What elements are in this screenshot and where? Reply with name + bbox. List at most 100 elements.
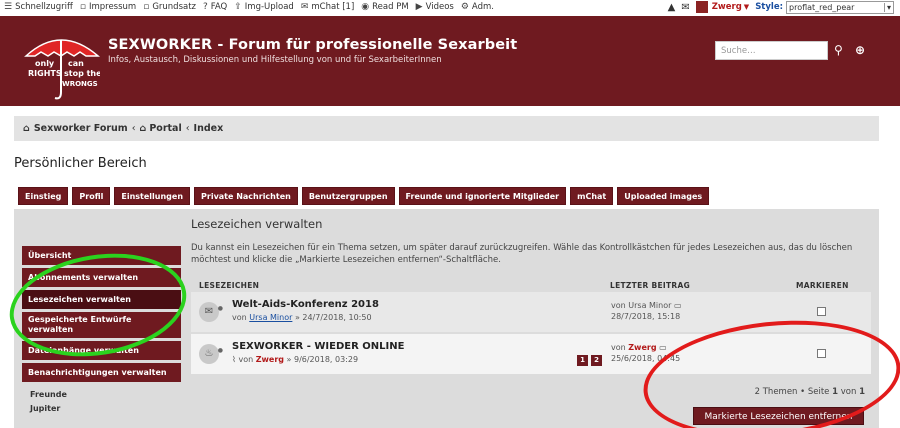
breadcrumb-index[interactable]: Index <box>194 123 224 134</box>
page-link-1[interactable]: 1 <box>577 355 588 366</box>
last-post-author[interactable]: Ursa Minor <box>628 301 671 310</box>
topic-title[interactable]: Welt-Aids-Konferenz 2018 <box>232 299 379 310</box>
view-post-icon[interactable]: ▭ <box>674 301 682 310</box>
chevron-down-icon: ▾ <box>883 2 891 12</box>
sidebar-item-abonnements[interactable]: Abonnements verwalten <box>22 268 181 287</box>
attachment-icon: ⌇ <box>232 355 236 364</box>
topic-icon: ✉ ● <box>199 302 223 322</box>
chevron-left-icon: ‹ <box>185 123 190 134</box>
tab-uploaded-images[interactable]: Uploaded images <box>617 187 710 205</box>
friend-item[interactable]: Jupiter <box>30 404 181 413</box>
document-icon: ▫ <box>79 2 86 12</box>
remove-bookmarks-button[interactable]: Markierte Lesezeichen entfernen <box>693 407 864 425</box>
col-last-post: LETZTER BEITRAG <box>610 280 691 290</box>
topic-hot-icon: ♨ ● <box>199 344 223 364</box>
sidebar-item-benachrichtigungen[interactable]: Benachrichtigungen verwalten <box>22 363 181 382</box>
username-menu[interactable]: Zwerg <box>712 2 742 12</box>
tab-private-nachrichten[interactable]: Private Nachrichten <box>194 187 298 205</box>
tab-einstieg[interactable]: Einstieg <box>18 187 69 205</box>
tab-freunde[interactable]: Freunde und ignorierte Mitglieder <box>398 187 567 205</box>
table-row: ✉ ● Welt-Aids-Konferenz 2018 von Ursa Min… <box>191 292 871 332</box>
table-row: ♨ ● SEXWORKER - WIEDER ONLINE ⌇ von Zwerg… <box>191 334 871 374</box>
mark-checkbox[interactable] <box>817 349 826 358</box>
site-header: only RIGHTS can stop the WRONGS SEXWORKE… <box>0 16 900 106</box>
sidebar-item-lesezeichen[interactable]: Lesezeichen verwalten <box>22 290 181 309</box>
col-mark: MARKIEREN <box>796 280 849 290</box>
section-description: Du kannst ein Lesezeichen für ein Thema … <box>191 243 853 265</box>
page-body: ⌂ Sexworker Forum ‹ ⌂ Portal ‹ Index Per… <box>0 106 900 428</box>
page-link-2[interactable]: 2 <box>591 355 602 366</box>
ucp-panel: Übersicht Abonnements verwalten Lesezeic… <box>14 209 879 428</box>
site-title[interactable]: SEXWORKER - Forum für professionelle Sex… <box>108 37 517 53</box>
sidebar-item-dateianhaenge[interactable]: Dateianhänge verwalten <box>22 341 181 360</box>
admin-link[interactable]: ⚙ Adm. <box>461 2 494 12</box>
bank-icon: ⌂ <box>139 123 147 134</box>
grundsatz-link[interactable]: ▫ Grundsatz <box>143 2 196 12</box>
read-pm-link[interactable]: ◉ Read PM <box>361 2 408 12</box>
tab-mchat[interactable]: mChat <box>570 187 614 205</box>
svg-text:WRONGS: WRONGS <box>62 80 98 88</box>
section-title: Lesezeichen verwalten <box>191 217 323 231</box>
site-description: Infos, Austausch, Diskussionen und Hilfe… <box>108 55 442 65</box>
view-post-icon[interactable]: ▭ <box>659 343 667 352</box>
notifications-icon[interactable]: ▲ <box>668 2 676 13</box>
last-post: von Ursa Minor ▭ 28/7/2018, 15:18 <box>611 301 682 321</box>
chevron-left-icon: ‹ <box>131 123 136 134</box>
sidebar-nav: Übersicht Abonnements verwalten Lesezeic… <box>22 246 181 413</box>
author-link[interactable]: Ursa Minor <box>249 313 292 322</box>
messages-icon[interactable]: ✉ <box>681 2 689 13</box>
last-post-date: 25/6/2018, 04:45 <box>611 354 681 363</box>
gear-icon: ⚙ <box>460 2 469 12</box>
eye-icon: ◉ <box>361 2 370 12</box>
top-navbar: ☰ Schnellzugriff ▫ Impressum ▫ Grundsatz ? F… <box>0 0 900 14</box>
chat-icon: ✉ <box>300 2 309 12</box>
videos-link[interactable]: ▶ Videos <box>416 2 454 12</box>
img-upload-link[interactable]: ⇪ Img-Upload <box>234 2 294 12</box>
tab-benutzergruppen[interactable]: Benutzergruppen <box>301 187 395 205</box>
author-link[interactable]: Zwerg <box>256 355 284 364</box>
svg-text:RIGHTS: RIGHTS <box>28 69 62 78</box>
table-header: LESEZEICHEN LETZTER BEITRAG MARKIEREN <box>191 278 871 292</box>
breadcrumb-portal[interactable]: Portal <box>149 123 181 134</box>
sidebar-item-uebersicht[interactable]: Übersicht <box>22 246 181 265</box>
topic-meta: von Ursa Minor » 24/7/2018, 10:50 <box>232 313 372 322</box>
tab-profil[interactable]: Profil <box>72 187 111 205</box>
friends-label: Freunde <box>30 390 67 399</box>
question-icon: ? <box>203 2 208 12</box>
sidebar-item-entwuerfe[interactable]: Gespeicherte Entwürfe verwalten <box>22 312 181 338</box>
tab-einstellungen[interactable]: Einstellungen <box>114 187 191 205</box>
svg-text:can: can <box>68 59 84 68</box>
mchat-link[interactable]: ✉ mChat [1] <box>301 2 354 12</box>
search-icon[interactable]: ⚲ <box>834 43 843 57</box>
svg-text:only: only <box>35 59 55 68</box>
advanced-search-icon[interactable]: ⊕ <box>855 43 865 57</box>
style-label: Style: <box>755 2 783 12</box>
breadcrumb: ⌂ Sexworker Forum ‹ ⌂ Portal ‹ Index <box>14 116 879 141</box>
breadcrumb-forum[interactable]: Sexworker Forum <box>34 123 128 134</box>
page-title: Persönlicher Bereich <box>14 156 147 171</box>
impressum-link[interactable]: ▫ Impressum <box>80 2 136 12</box>
svg-text:stop the: stop the <box>64 69 100 78</box>
topic-meta: ⌇ von Zwerg » 9/6/2018, 03:29 <box>232 355 359 364</box>
col-bookmarks: LESEZEICHEN <box>199 280 260 290</box>
avatar[interactable] <box>695 1 708 13</box>
chevron-down-icon: ▼ <box>743 3 750 11</box>
topic-title[interactable]: SEXWORKER - WIEDER ONLINE <box>232 341 404 352</box>
menu-icon: ☰ <box>4 2 13 12</box>
style-select[interactable]: proflat_red_pear ▾ <box>786 0 894 14</box>
last-post-author[interactable]: Zwerg <box>628 343 656 352</box>
faq-link[interactable]: ? FAQ <box>203 2 227 12</box>
quick-links-menu[interactable]: ☰ Schnellzugriff <box>4 2 73 12</box>
document-icon: ▫ <box>143 2 150 12</box>
mark-checkbox[interactable] <box>817 307 826 316</box>
friends-list: Freunde Jupiter <box>22 390 181 413</box>
topic-count: 2 Themen • Seite 1 von 1 <box>754 387 865 397</box>
site-logo[interactable]: only RIGHTS can stop the WRONGS <box>22 30 100 104</box>
ucp-tabs: Einstieg Profil Einstellungen Private Na… <box>18 187 713 205</box>
video-icon: ▶ <box>415 2 423 12</box>
last-post: von Zwerg ▭ 25/6/2018, 04:45 <box>611 343 681 363</box>
topbar-right: ▲ ✉ Zwerg ▼ Style: proflat_red_pear ▾ <box>668 0 894 14</box>
home-icon: ⌂ <box>23 123 30 134</box>
search-input[interactable]: Suche… <box>715 41 828 60</box>
upload-icon: ⇪ <box>234 2 242 12</box>
